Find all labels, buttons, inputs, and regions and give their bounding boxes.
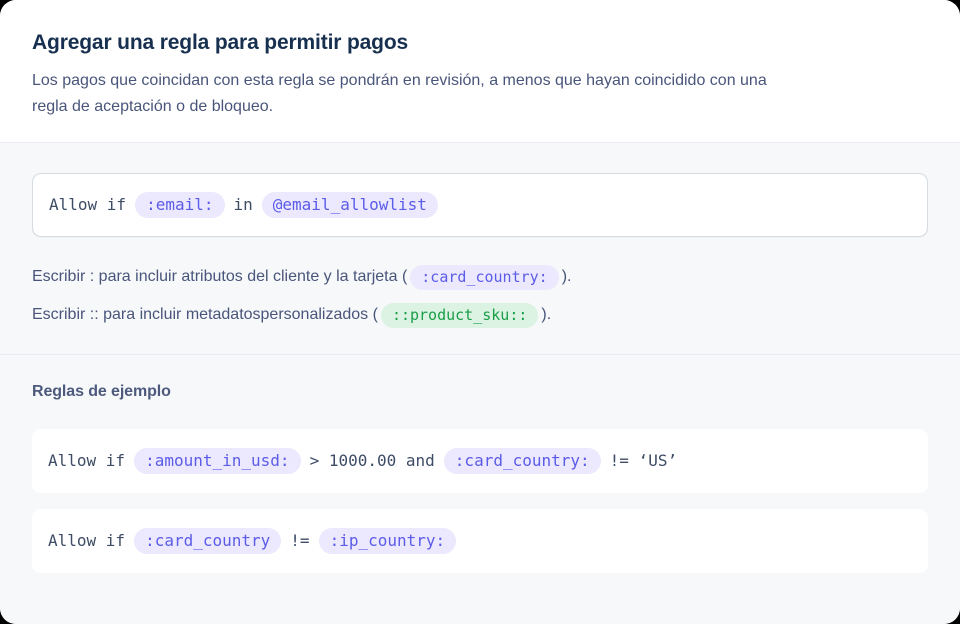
rule-operator: != xyxy=(290,531,310,551)
hint-suffix: ). xyxy=(541,306,552,324)
hint-prefix: Escribir :: para incluir metadatosperson… xyxy=(32,306,378,324)
attribute-token-amount-in-usd: :amount_in_usd: xyxy=(134,448,301,475)
hint-prefix: Escribir : para incluir atributos del cl… xyxy=(32,268,408,286)
example-rule-card-2[interactable]: Allow if :card_country != :ip_country: xyxy=(32,509,928,574)
rule-keyword: Allow if xyxy=(48,531,126,551)
rule-keyword: Allow if xyxy=(49,195,127,215)
attribute-token-email[interactable]: :email: xyxy=(135,192,225,219)
hint-list: Escribir : para incluir atributos del cl… xyxy=(32,265,928,329)
rule-keyword: Allow if xyxy=(48,451,126,471)
hint-token-product-sku: ::product_sku:: xyxy=(380,303,539,329)
rule-operator: in xyxy=(233,195,253,215)
attribute-token-card-country: :card_country xyxy=(134,528,282,555)
add-rule-dialog: Agregar una regla para permitir pagos Lo… xyxy=(0,0,960,624)
list-token-email-allowlist[interactable]: @email_allowlist xyxy=(261,192,438,219)
example-rule-expression: Allow if :amount_in_usd: > 1000.00 and :car… xyxy=(48,448,678,475)
attribute-token-ip-country: :ip_country: xyxy=(318,528,457,555)
dialog-description: Los pagos que coincidan con esta regla s… xyxy=(32,72,767,116)
rule-editor-section: Allow if :email: in @email_allowlist Escrib… xyxy=(0,143,960,355)
example-rule-expression: Allow if :card_country != :ip_country: xyxy=(48,528,457,555)
hint-suffix: ). xyxy=(561,268,572,286)
rule-operator: > 1000.00 and xyxy=(309,451,435,471)
hint-token-card-country: :card_country: xyxy=(410,265,559,291)
dialog-header: Agregar una regla para permitir pagos Lo… xyxy=(0,0,960,143)
rule-expression: Allow if :email: in @email_allowlist xyxy=(49,192,438,219)
hint-row-attributes: Escribir : para incluir atributos del cl… xyxy=(32,265,928,291)
page-title: Agregar una regla para permitir pagos xyxy=(32,31,409,54)
attribute-token-card-country: :card_country: xyxy=(443,448,601,475)
example-rule-card-1[interactable]: Allow if :amount_in_usd: > 1000.00 and :car… xyxy=(32,429,928,494)
hint-row-metadata: Escribir :: para incluir metadatosperson… xyxy=(32,303,928,329)
rule-tail: != ‘US’ xyxy=(609,451,678,471)
rule-expression-input[interactable]: Allow if :email: in @email_allowlist xyxy=(32,173,928,238)
example-rules-section: Reglas de ejemplo Allow if :amount_in_usd… xyxy=(0,355,960,624)
example-rules-title: Reglas de ejemplo xyxy=(32,383,171,401)
